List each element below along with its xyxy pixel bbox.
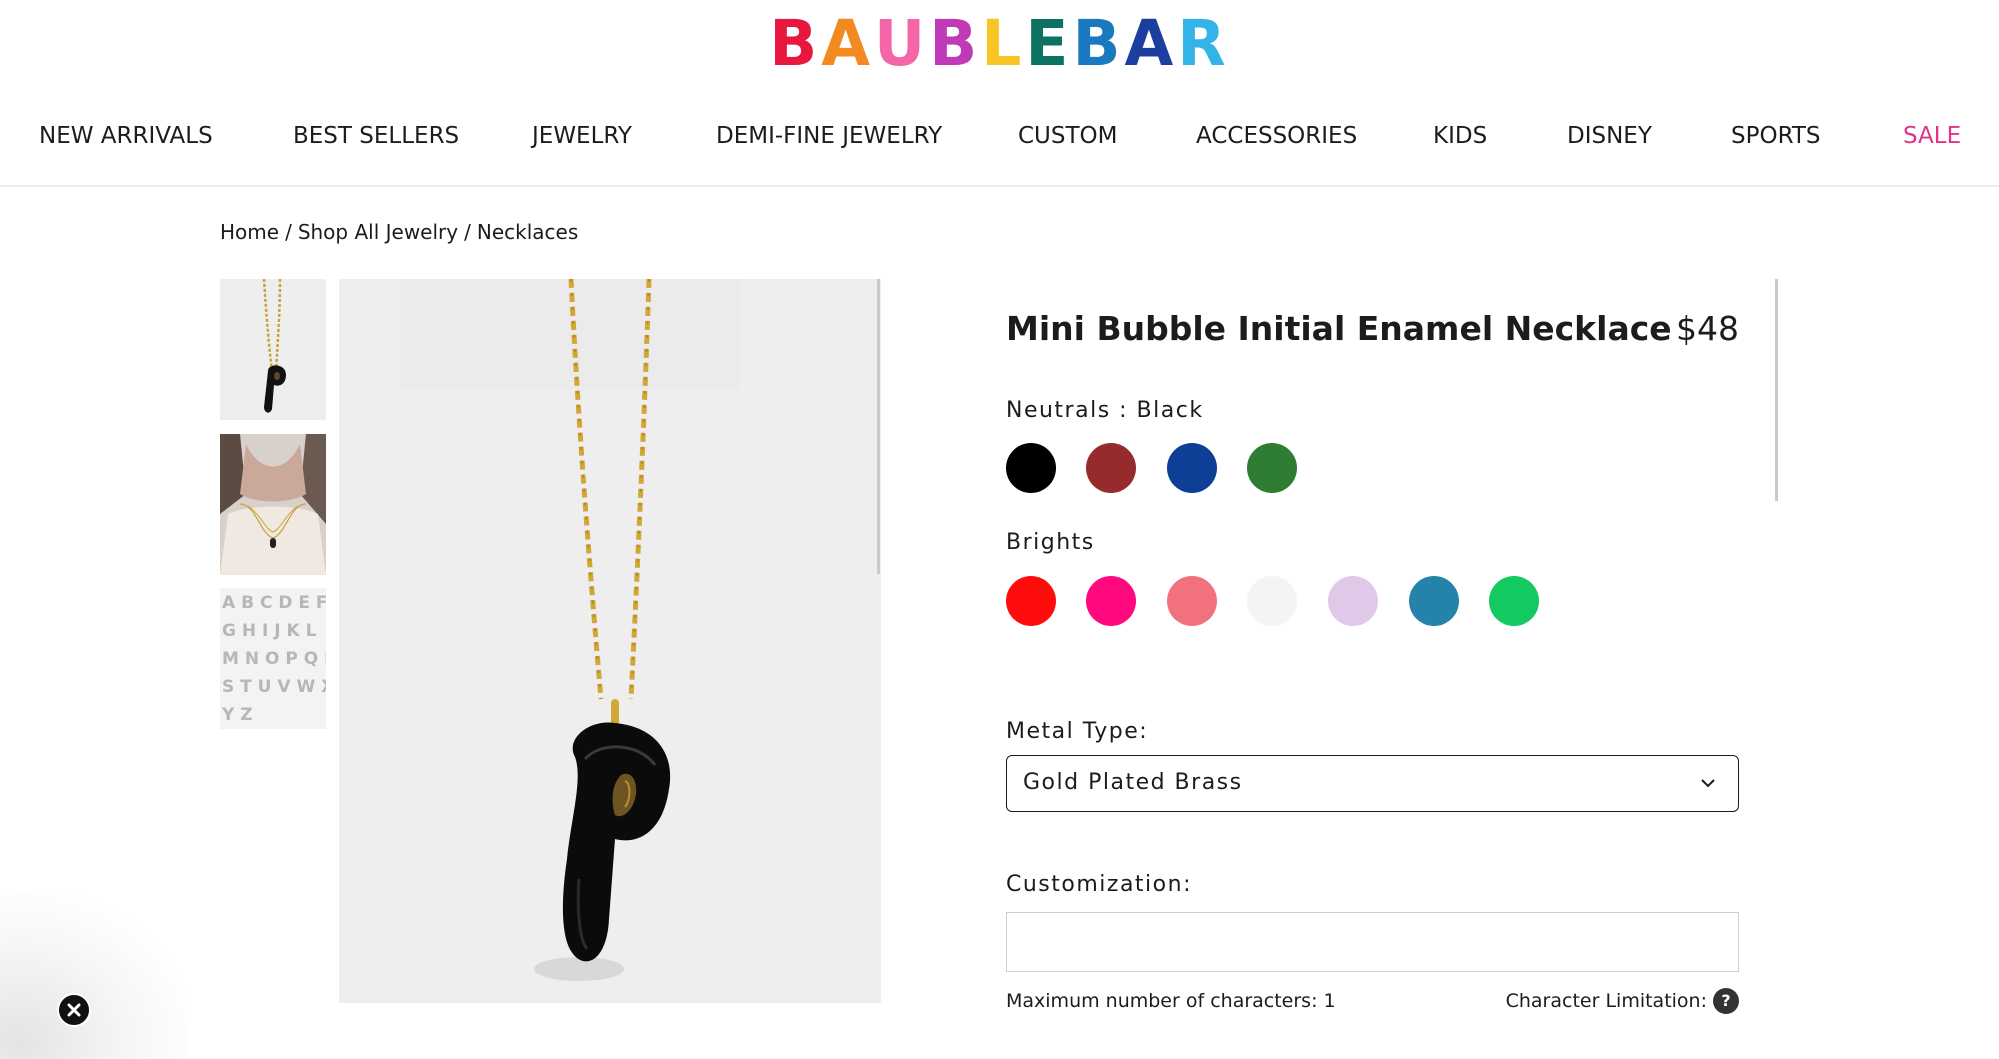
logo-letter: U bbox=[874, 7, 930, 80]
color-swatch-lavender[interactable] bbox=[1328, 576, 1378, 626]
image-scrollbar[interactable] bbox=[877, 279, 880, 574]
breadcrumb-separator: / bbox=[464, 220, 471, 244]
max-characters-text: Maximum number of characters: 1 bbox=[1006, 990, 1336, 1012]
customization-input[interactable] bbox=[1006, 912, 1739, 972]
color-swatch-coral-pink[interactable] bbox=[1167, 576, 1217, 626]
logo-letter: B bbox=[929, 7, 982, 80]
nav-item-jewelry[interactable]: JEWELRY bbox=[532, 118, 632, 154]
character-limitation-label: Character Limitation: bbox=[1505, 990, 1707, 1012]
nav-item-demi-fine-jewelry[interactable]: DEMI-FINE JEWELRY bbox=[716, 118, 942, 154]
metal-type-selected-value: Gold Plated Brass bbox=[1023, 770, 1243, 795]
svg-text:M N O P Q R: M N O P Q R bbox=[222, 649, 326, 669]
product-title: Mini Bubble Initial Enamel Necklace bbox=[1006, 309, 1672, 348]
thumbnail-necklace-black-p[interactable] bbox=[220, 279, 326, 420]
nav-item-sale[interactable]: SALE bbox=[1903, 118, 1961, 154]
chevron-down-icon bbox=[1701, 779, 1715, 788]
nav-item-new-arrivals[interactable]: NEW ARRIVALS bbox=[39, 118, 213, 154]
customization-label: Customization: bbox=[1006, 872, 1192, 897]
svg-text:Y Z: Y Z bbox=[221, 705, 253, 725]
thumbnail-alphabet-letters[interactable]: A B C D E F G H I J K L M N O P Q R S T … bbox=[220, 588, 326, 729]
metal-type-select[interactable]: Gold Plated Brass bbox=[1006, 755, 1739, 812]
breadcrumb: Home / Shop All Jewelry / Necklaces bbox=[220, 218, 578, 246]
logo-letter: A bbox=[1124, 7, 1178, 80]
color-swatch-teal-blue[interactable] bbox=[1409, 576, 1459, 626]
color-swatch-white[interactable] bbox=[1247, 576, 1297, 626]
color-swatch-hot-pink[interactable] bbox=[1086, 576, 1136, 626]
baublebar-logo[interactable]: BAUBLEBAR bbox=[0, 7, 1999, 80]
breadcrumb-shop-all-jewelry[interactable]: Shop All Jewelry bbox=[298, 220, 458, 244]
help-icon[interactable]: ? bbox=[1713, 988, 1739, 1014]
color-swatch-black[interactable] bbox=[1006, 443, 1056, 493]
promo-tab[interactable] bbox=[0, 892, 190, 1059]
close-x-glyph bbox=[67, 1003, 81, 1017]
nav-item-best-sellers[interactable]: BEST SELLERS bbox=[293, 118, 459, 154]
close-icon[interactable] bbox=[57, 993, 91, 1027]
breadcrumb-separator: / bbox=[285, 220, 292, 244]
logo-letter: R bbox=[1177, 7, 1230, 80]
main-product-image[interactable] bbox=[339, 279, 881, 1003]
color-swatch-green[interactable] bbox=[1247, 443, 1297, 493]
svg-text:A B C D E F: A B C D E F bbox=[222, 593, 326, 613]
brights-color-label: Brights bbox=[1006, 530, 1095, 555]
nav-item-sports[interactable]: SPORTS bbox=[1731, 118, 1821, 154]
nav-divider bbox=[0, 185, 1999, 187]
breadcrumb-home[interactable]: Home bbox=[220, 220, 279, 244]
nav-item-custom[interactable]: CUSTOM bbox=[1018, 118, 1118, 154]
logo-letter: E bbox=[1025, 7, 1073, 80]
svg-text:S T U V W X: S T U V W X bbox=[222, 677, 326, 697]
nav-item-accessories[interactable]: ACCESSORIES bbox=[1196, 118, 1357, 154]
product-price: $48 bbox=[1676, 309, 1739, 348]
logo-letter: A bbox=[821, 7, 875, 80]
info-panel-scrollbar[interactable] bbox=[1775, 279, 1778, 501]
character-limitation: Character Limitation: ? bbox=[1506, 988, 1739, 1014]
logo-letter: B bbox=[769, 7, 822, 80]
thumbnail-model-wearing[interactable] bbox=[220, 434, 326, 575]
color-swatch-red[interactable] bbox=[1006, 576, 1056, 626]
color-swatch-red-brown[interactable] bbox=[1086, 443, 1136, 493]
nav-item-disney[interactable]: DISNEY bbox=[1567, 118, 1652, 154]
model-thumbnail-image bbox=[220, 434, 326, 575]
logo-letter: L bbox=[981, 7, 1026, 80]
necklace-thumbnail-image bbox=[220, 279, 326, 420]
breadcrumb-necklaces[interactable]: Necklaces bbox=[477, 220, 578, 244]
nav-item-kids[interactable]: KIDS bbox=[1433, 118, 1487, 154]
alphabet-thumbnail-image: A B C D E F G H I J K L M N O P Q R S T … bbox=[220, 588, 326, 729]
main-nav: NEW ARRIVALS BEST SELLERS JEWELRY DEMI-F… bbox=[0, 118, 1999, 154]
necklace-letter-p-image bbox=[339, 279, 881, 1003]
logo-letter: B bbox=[1072, 7, 1125, 80]
neutrals-color-label: Neutrals : Black bbox=[1006, 398, 1204, 423]
metal-type-label: Metal Type: bbox=[1006, 719, 1149, 744]
color-swatch-emerald[interactable] bbox=[1489, 576, 1539, 626]
color-swatch-navy[interactable] bbox=[1167, 443, 1217, 493]
svg-text:G H I J K L: G H I J K L bbox=[222, 621, 317, 641]
